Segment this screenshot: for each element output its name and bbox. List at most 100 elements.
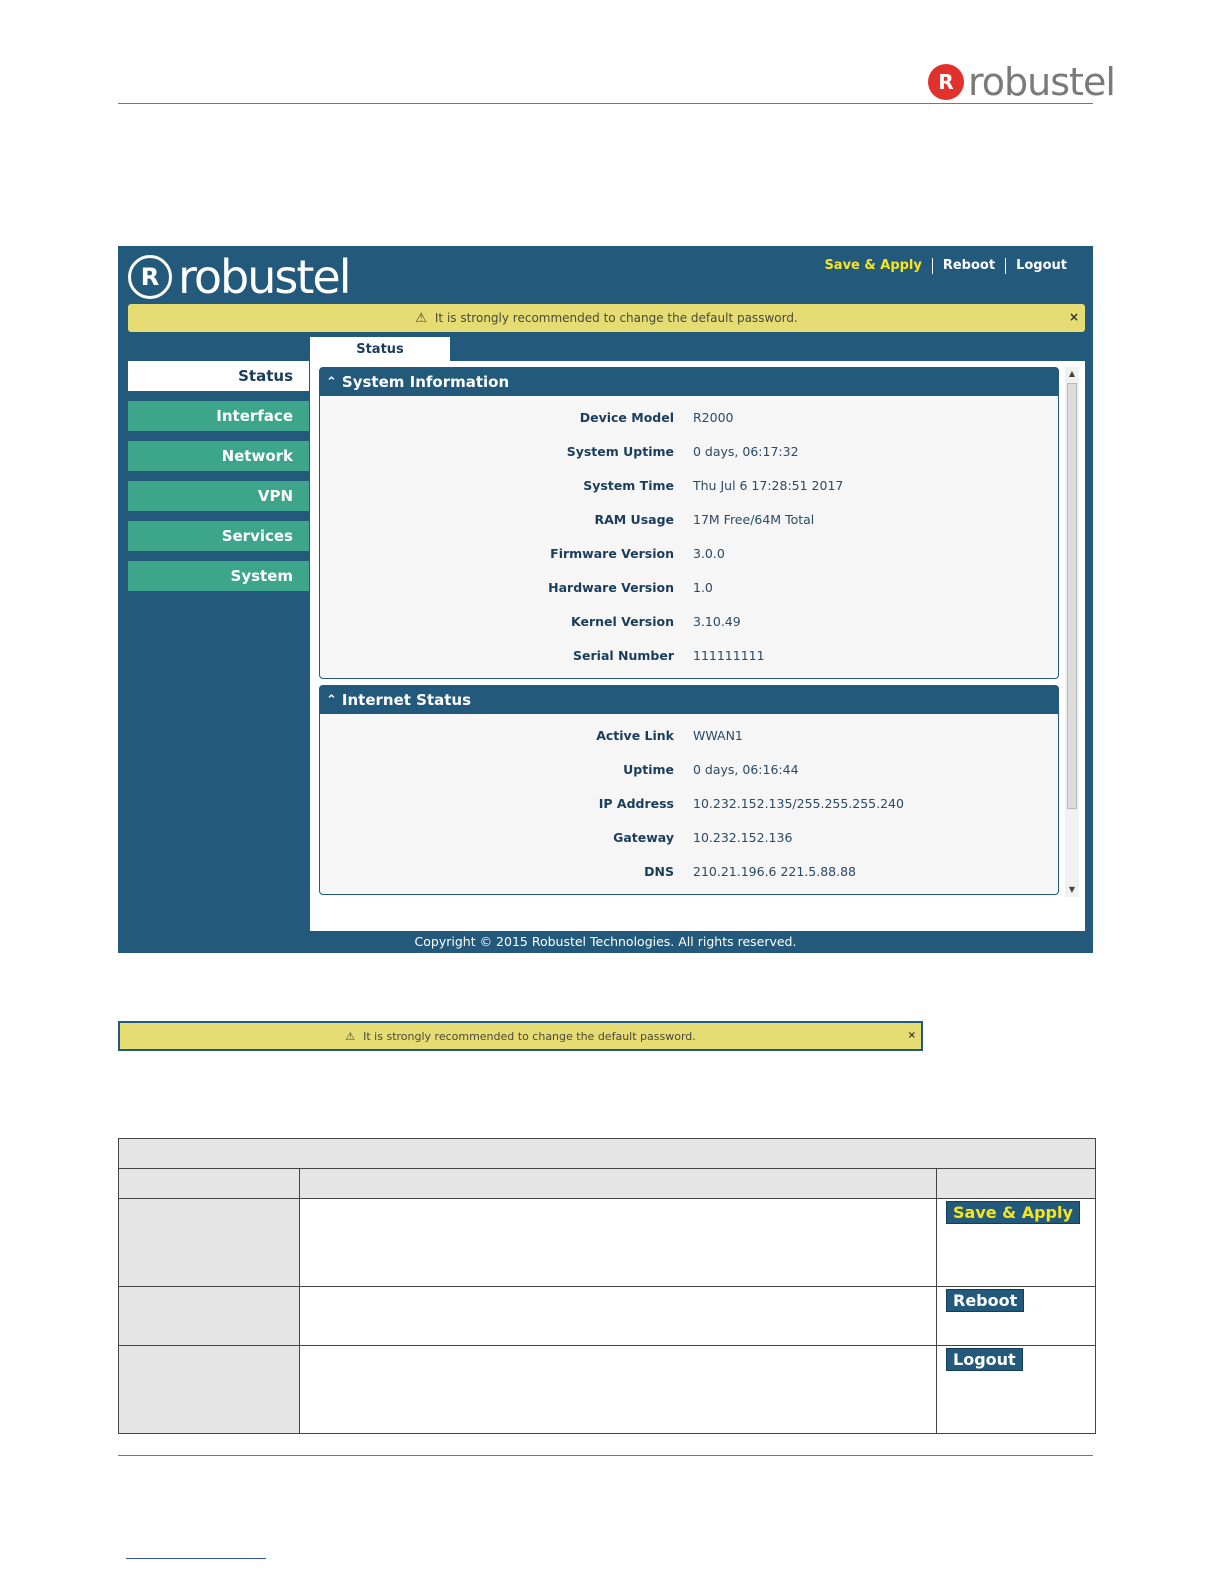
info-value: 210.21.196.6 221.5.88.88 [693,863,857,879]
app-logo: R robustel [128,250,351,304]
info-row: IP Address 10.232.152.135/255.255.255.240 [320,786,1058,820]
sidebar-item-vpn[interactable]: VPN [128,481,309,511]
sidebar-item-status[interactable]: Status [128,361,309,391]
logout-button-image: Logout [946,1348,1023,1371]
info-label: Uptime [623,761,674,777]
scroll-down-icon[interactable]: ▼ [1065,883,1079,897]
table-cell [118,1198,300,1287]
scrollbar-thumb[interactable] [1067,383,1077,809]
info-label: Kernel Version [571,613,674,629]
info-value: 111111111 [693,647,765,663]
sidebar-item-services[interactable]: Services [128,521,309,551]
info-row: Uptime 0 days, 06:16:44 [320,752,1058,786]
table-header-cell [936,1168,1096,1199]
logout-link[interactable]: Logout [1005,258,1077,274]
sidebar-menu: Status Interface Network VPN Services Sy… [128,361,309,601]
info-label: Active Link [596,727,674,743]
table-row: Reboot [118,1286,1096,1346]
info-value: WWAN1 [693,727,743,743]
table-cell [299,1286,937,1346]
save-apply-button-image: Save & Apply [946,1201,1080,1224]
document-logo-text: robustel [968,60,1116,104]
table-row: Save & Apply [118,1198,1096,1287]
table-cell: Reboot [936,1286,1096,1346]
info-row: RAM Usage 17M Free/64M Total [320,502,1058,536]
info-row: Active Link WWAN1 [320,718,1058,752]
password-warning: ⚠ It is strongly recommended to change t… [128,304,1085,332]
close-icon[interactable]: × [1069,310,1079,324]
reboot-link[interactable]: Reboot [931,258,1005,274]
scroll-up-icon[interactable]: ▲ [1065,367,1079,381]
app-logo-text: robustel [178,250,351,304]
info-label: Hardware Version [548,579,674,595]
copyright-text: Copyright © 2015 Robustel Technologies. … [414,934,797,949]
info-row: System Time Thu Jul 6 17:28:51 2017 [320,468,1058,502]
info-value: Thu Jul 6 17:28:51 2017 [693,477,844,493]
info-label: System Time [583,477,674,493]
info-row: Firmware Version 3.0.0 [320,536,1058,570]
content-scrollbar[interactable]: ▲ ▼ [1065,367,1079,897]
chevron-up-icon: ⌃ [326,692,337,708]
info-label: Device Model [579,409,674,425]
robustel-logo-icon: R [128,255,172,299]
info-label: DNS [644,863,674,879]
sidebar-item-system[interactable]: System [128,561,309,591]
info-label: Firmware Version [550,545,674,561]
table-cell: Logout [936,1345,1096,1434]
status-panels: ⌃ System Information Device Model R2000 Syst… [319,367,1059,897]
info-value: 10.232.152.136 [693,829,793,845]
warning-icon: ⚠ [345,1029,356,1043]
top-nav: Save & Apply Reboot Logout [814,258,1077,274]
table-header-cell [118,1168,300,1199]
info-value: 0 days, 06:17:32 [693,443,799,459]
table-cell [118,1345,300,1434]
info-value: 0 days, 06:16:44 [693,761,799,777]
robustel-logo-icon: R [928,64,964,100]
panel-title: Internet Status [341,691,472,709]
status-panel: ⌃ System Information Device Model R2000 Syst… [319,367,1059,679]
panel-header[interactable]: ⌃ System Information [320,368,1058,396]
chevron-up-icon: ⌃ [326,374,337,390]
info-label: Gateway [613,829,674,845]
table-title-cell [118,1138,1096,1169]
table-cell: Save & Apply [936,1198,1096,1287]
reboot-button-image: Reboot [946,1289,1025,1312]
panel-header[interactable]: ⌃ Internet Status [320,686,1058,714]
status-content: ⌃ System Information Device Model R2000 Syst… [310,361,1085,931]
warning-bar-figure: ⚠ It is strongly recommended to change t… [118,1021,923,1051]
info-label: IP Address [598,795,674,811]
info-row: DNS 210.21.196.6 221.5.88.88 [320,854,1058,888]
router-ui-screenshot: R robustel Save & Apply Reboot Logout ⚠ … [118,246,1093,953]
footer-rule [118,1455,1093,1456]
sidebar-item-interface[interactable]: Interface [128,401,309,431]
info-value: 10.232.152.135/255.255.255.240 [693,795,904,811]
info-row: Device Model R2000 [320,400,1058,434]
info-value: 17M Free/64M Total [693,511,815,527]
info-row: Hardware Version 1.0 [320,570,1058,604]
info-row: System Uptime 0 days, 06:17:32 [320,434,1058,468]
warning-icon: ⚠ [415,310,427,326]
info-value: 1.0 [693,579,713,595]
header-rule [118,103,1093,104]
tab-status[interactable]: Status [310,337,450,361]
warning-text: It is strongly recommended to change the… [434,311,798,325]
status-panel: ⌃ Internet Status Active Link WWAN1 Uptime 0 … [319,685,1059,895]
info-value: R2000 [693,409,734,425]
button-table: Save & Apply Reboot Logout [118,1138,1096,1434]
info-row: Serial Number 111111111 [320,638,1058,672]
save-apply-link[interactable]: Save & Apply [814,258,931,274]
info-label: Serial Number [573,647,674,663]
table-row: Logout [118,1345,1096,1434]
close-icon: × [907,1030,916,1041]
table-cell [299,1198,937,1287]
table-header-cell [299,1168,937,1199]
table-cell [299,1345,937,1434]
info-label: RAM Usage [594,511,674,527]
document-logo: R robustel [928,60,1116,104]
warning-bar-text: It is strongly recommended to change the… [363,1029,696,1043]
table-cell [118,1286,300,1346]
panel-title: System Information [341,373,510,391]
sidebar-item-network[interactable]: Network [128,441,309,471]
info-row: Gateway 10.232.152.136 [320,820,1058,854]
info-row: Kernel Version 3.10.49 [320,604,1058,638]
